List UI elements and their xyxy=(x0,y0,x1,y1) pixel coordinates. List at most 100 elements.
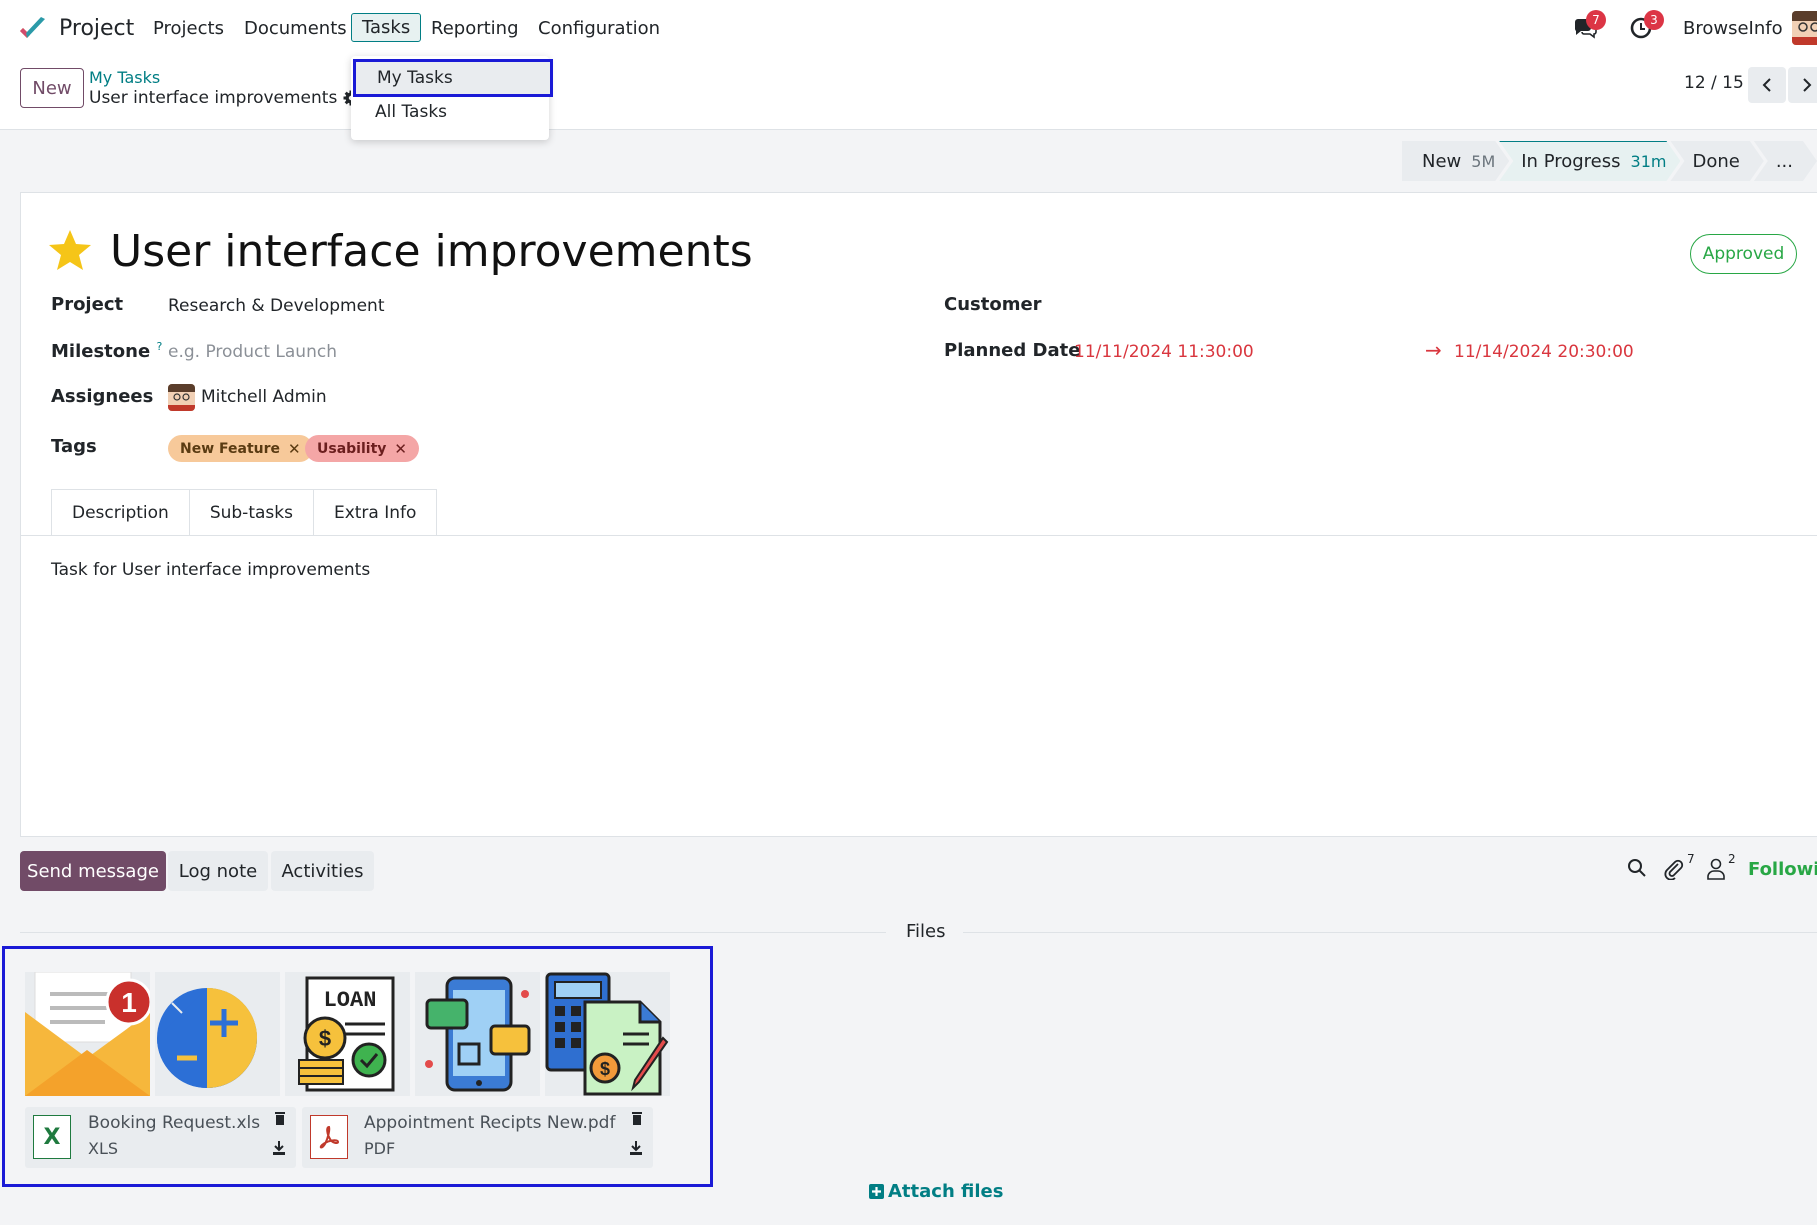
svg-text:$: $ xyxy=(319,1026,331,1051)
tasks-dropdown-menu: My Tasks All Tasks xyxy=(351,56,553,140)
tag-remove-icon[interactable]: ✕ xyxy=(288,440,301,458)
assignees-label: Assignees xyxy=(51,386,154,407)
tag-remove-icon[interactable]: ✕ xyxy=(394,440,407,458)
attachment-thumbnail-zoom[interactable] xyxy=(155,972,280,1096)
send-message-button[interactable]: Send message xyxy=(20,851,166,891)
stage-in-progress[interactable]: In Progress 31m xyxy=(1499,141,1680,181)
attach-files-button[interactable]: Attach files xyxy=(869,1181,1003,1202)
assignee-avatar-image xyxy=(168,384,195,411)
tab-extra-info[interactable]: Extra Info xyxy=(312,489,438,536)
approved-status-badge[interactable]: Approved xyxy=(1690,234,1797,274)
planned-end-date[interactable]: 11/14/2024 20:30:00 xyxy=(1454,342,1634,362)
new-button[interactable]: New xyxy=(20,68,84,108)
dropdown-item-my-tasks[interactable]: My Tasks xyxy=(353,59,553,97)
arrow-right-icon: → xyxy=(1425,338,1442,362)
dropdown-item-all-tasks[interactable]: All Tasks xyxy=(351,94,549,130)
company-switcher[interactable]: BrowseInfo xyxy=(1683,18,1783,39)
activities-count-badge: 3 xyxy=(1644,10,1664,30)
download-icon[interactable] xyxy=(272,1141,286,1159)
project-field[interactable]: Research & Development xyxy=(168,296,384,316)
stage-done[interactable]: Done xyxy=(1670,141,1763,181)
following-button[interactable]: Followin xyxy=(1748,859,1817,880)
tags-label: Tags xyxy=(51,436,97,457)
user-icon xyxy=(1707,858,1725,880)
planned-date-label: Planned Date xyxy=(944,340,1081,361)
menu-projects[interactable]: Projects xyxy=(153,18,224,39)
search-icon xyxy=(1628,859,1646,877)
attachment-card-pdf[interactable]: Appointment Recipts New.pdf PDF xyxy=(302,1107,653,1168)
tab-divider xyxy=(20,535,1817,536)
chevron-left-icon xyxy=(1762,78,1771,92)
attachments-button[interactable]: 7 xyxy=(1663,852,1695,884)
activities-button[interactable]: Activities xyxy=(271,851,374,891)
pager-value: 12 / 15 xyxy=(1684,73,1744,93)
excel-file-icon: X xyxy=(33,1115,71,1159)
breadcrumb-current: User interface improvements xyxy=(89,88,359,108)
tag-new-feature-label: New Feature xyxy=(180,440,281,457)
stage-in-progress-duration: 31m xyxy=(1630,152,1667,171)
menu-tasks[interactable]: Tasks xyxy=(351,13,422,42)
milestone-help-icon[interactable]: ? xyxy=(156,340,162,353)
milestone-label-text: Milestone xyxy=(51,341,151,362)
attachments-count: 7 xyxy=(1687,852,1695,866)
stage-statusbar: New 5M In Progress 31m Done ... xyxy=(1402,141,1807,181)
attachment-card-xls[interactable]: X Booking Request.xls XLS xyxy=(25,1107,296,1168)
stage-in-progress-label: In Progress xyxy=(1521,151,1621,172)
stage-new[interactable]: New 5M xyxy=(1402,141,1509,181)
project-label: Project xyxy=(51,294,124,315)
tag-usability-label: Usability xyxy=(317,440,387,457)
project-app-logo-icon[interactable] xyxy=(18,16,48,42)
attachment-name: Booking Request.xls xyxy=(88,1113,261,1133)
log-note-button[interactable]: Log note xyxy=(168,851,268,891)
search-messages-button[interactable] xyxy=(1627,858,1647,882)
menu-reporting[interactable]: Reporting xyxy=(431,18,519,39)
milestone-input[interactable]: e.g. Product Launch xyxy=(168,342,337,362)
planned-start-date[interactable]: 11/11/2024 11:30:00 xyxy=(1074,342,1254,362)
attachment-extension: PDF xyxy=(364,1139,396,1158)
trash-icon[interactable] xyxy=(631,1111,643,1129)
loan-document-icon: LOAN $ xyxy=(285,972,410,1096)
messages-count-badge: 7 xyxy=(1586,10,1606,30)
tag-new-feature[interactable]: New Feature ✕ xyxy=(168,435,313,462)
plus-square-icon xyxy=(869,1184,884,1199)
star-favorite-icon[interactable] xyxy=(48,229,92,271)
files-divider-right xyxy=(963,932,1817,933)
paperclip-icon xyxy=(1664,859,1684,881)
followers-count: 2 xyxy=(1728,852,1736,866)
attachment-extension: XLS xyxy=(88,1139,119,1158)
attach-files-label: Attach files xyxy=(888,1181,1004,1202)
download-icon[interactable] xyxy=(629,1141,643,1159)
notebook-tabs: Description Sub-tasks Extra Info xyxy=(51,489,438,536)
tab-sub-tasks[interactable]: Sub-tasks xyxy=(188,489,314,536)
menu-documents[interactable]: Documents xyxy=(244,18,347,39)
breadcrumb-parent-link[interactable]: My Tasks xyxy=(89,68,160,87)
activities-systray[interactable]: 3 xyxy=(1630,10,1664,44)
messages-systray[interactable]: 7 xyxy=(1572,10,1606,44)
assignee-name[interactable]: Mitchell Admin xyxy=(201,387,327,407)
user-avatar[interactable] xyxy=(1792,11,1817,45)
attachment-name: Appointment Recipts New.pdf xyxy=(364,1113,616,1133)
tab-description[interactable]: Description xyxy=(51,489,190,536)
top-navbar: Project Projects Documents Tasks Reporti… xyxy=(0,0,1817,58)
app-name[interactable]: Project xyxy=(59,16,134,41)
trash-icon[interactable] xyxy=(274,1111,286,1129)
attachment-thumbnail-calculator[interactable]: $ xyxy=(545,972,670,1096)
pager-previous-button[interactable] xyxy=(1748,67,1786,103)
followers-button[interactable]: 2 xyxy=(1706,852,1736,884)
svg-text:$: $ xyxy=(600,1059,610,1079)
attachment-thumbnail-envelope[interactable]: 1 xyxy=(25,972,150,1096)
task-title[interactable]: User interface improvements xyxy=(110,226,753,277)
stage-done-label: Done xyxy=(1692,150,1740,172)
attachment-thumbnail-mobile-chat[interactable] xyxy=(415,972,540,1096)
envelope-notification-count: 1 xyxy=(121,987,137,1018)
mobile-chat-icon xyxy=(415,972,540,1096)
attachment-thumbnail-loan[interactable]: LOAN $ xyxy=(285,972,410,1096)
files-section-label: Files xyxy=(906,921,946,942)
pager-next-button[interactable] xyxy=(1788,67,1817,103)
menu-configuration[interactable]: Configuration xyxy=(538,18,660,39)
breadcrumb-current-label: User interface improvements xyxy=(89,88,338,108)
milestone-label: Milestone ? xyxy=(51,340,162,362)
tag-usability[interactable]: Usability ✕ xyxy=(305,435,419,462)
files-divider-left xyxy=(20,932,886,933)
description-text[interactable]: Task for User interface improvements xyxy=(51,560,370,580)
